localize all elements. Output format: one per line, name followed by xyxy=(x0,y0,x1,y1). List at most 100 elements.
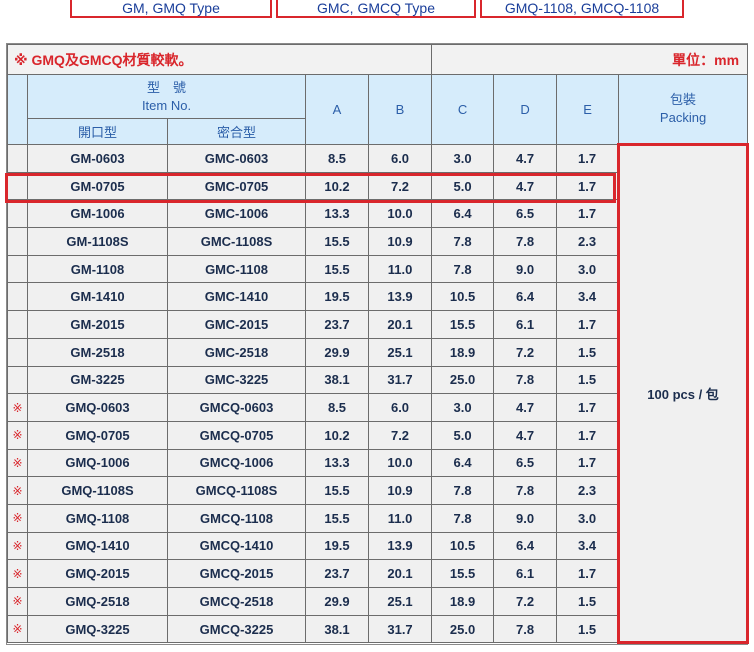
dim-e-cell: 1.7 xyxy=(556,448,620,478)
row-mark: ※ xyxy=(7,393,28,422)
closed-type-cell: GMCQ-1108S xyxy=(167,476,306,505)
open-type-header: 開口型 xyxy=(27,118,168,145)
dim-e-cell: 1.7 xyxy=(556,559,620,588)
dim-a-cell: 13.3 xyxy=(305,448,369,478)
closed-type-cell: GMCQ-1410 xyxy=(167,531,306,561)
packing-header: 包裝 Packing xyxy=(618,74,749,145)
spec-table: ※ GMQ及GMCQ材質較軟。 單位：mm 型 號 Item No. A B C… xyxy=(6,44,750,645)
open-type-cell: GMQ-2015 xyxy=(27,559,168,588)
open-type-cell: GMQ-1108 xyxy=(27,503,168,533)
dim-e-cell: 1.5 xyxy=(556,587,620,616)
spec-table-container: ※ GMQ及GMCQ材質較軟。 單位：mm 型 號 Item No. A B C… xyxy=(6,43,750,646)
row-mark xyxy=(7,282,28,312)
row-mark: ※ xyxy=(7,559,28,588)
open-type-cell: GM-2518 xyxy=(27,337,168,367)
dim-b-cell: 31.7 xyxy=(367,614,433,644)
col-header-b: B xyxy=(367,74,433,145)
tab-gmq-1108-gmcq-1108[interactable]: GMQ-1108, GMCQ-1108 xyxy=(480,0,684,18)
row-mark: ※ xyxy=(7,448,28,478)
tab-gmc-gmcq-type[interactable]: GMC, GMCQ Type xyxy=(276,0,476,18)
dim-d-cell: 7.2 xyxy=(493,337,558,367)
dim-d-cell: 6.5 xyxy=(493,199,558,229)
row-mark xyxy=(7,144,28,173)
closed-type-cell: GMC-0705 xyxy=(167,171,306,201)
dim-a-cell: 23.7 xyxy=(305,559,369,588)
dim-b-cell: 25.1 xyxy=(367,587,433,616)
dim-b-cell: 25.1 xyxy=(367,337,433,367)
dim-b-cell: 11.0 xyxy=(367,503,433,533)
packing-header-en: Packing xyxy=(659,110,707,125)
dim-c-cell: 7.8 xyxy=(431,476,495,505)
header-row-top: 型 號 Item No. A B C D E 包裝 Packing xyxy=(7,74,749,145)
dim-e-cell: 3.0 xyxy=(556,254,620,284)
open-type-cell: GM-1108S xyxy=(27,227,168,256)
dim-e-cell: 2.3 xyxy=(556,227,620,256)
closed-type-cell: GMCQ-3225 xyxy=(167,614,306,644)
packing-header-cn: 包裝 xyxy=(670,92,697,107)
row-mark: ※ xyxy=(7,420,28,450)
dim-a-cell: 8.5 xyxy=(305,144,369,173)
closed-type-cell: GMC-1006 xyxy=(167,199,306,229)
dim-d-cell: 6.4 xyxy=(493,282,558,312)
open-type-cell: GM-0705 xyxy=(27,171,168,201)
closed-type-cell: GMC-1410 xyxy=(167,282,306,312)
closed-type-cell: GMCQ-0705 xyxy=(167,420,306,450)
closed-type-cell: GMCQ-1108 xyxy=(167,503,306,533)
table-row: GM-0603 GMC-0603 8.5 6.0 3.0 4.7 1.7 100 pcs / … xyxy=(7,142,750,645)
open-type-cell: GMQ-3225 xyxy=(27,614,168,644)
dim-c-cell: 6.4 xyxy=(431,199,495,229)
open-type-cell: GM-3225 xyxy=(27,365,168,395)
dim-b-cell: 6.0 xyxy=(367,393,433,422)
dim-e-cell: 1.7 xyxy=(556,199,620,229)
dim-b-cell: 20.1 xyxy=(367,559,433,588)
dim-c-cell: 5.0 xyxy=(431,171,495,201)
open-type-cell: GMQ-1410 xyxy=(27,531,168,561)
dim-a-cell: 19.5 xyxy=(305,282,369,312)
dim-b-cell: 10.0 xyxy=(367,448,433,478)
dim-e-cell: 1.7 xyxy=(556,144,620,173)
dim-d-cell: 7.8 xyxy=(493,614,558,644)
packing-cell: 100 pcs / 包 xyxy=(617,142,750,645)
dim-a-cell: 19.5 xyxy=(305,531,369,561)
dim-c-cell: 6.4 xyxy=(431,448,495,478)
closed-type-cell: GMC-2518 xyxy=(167,337,306,367)
closed-type-cell: GMCQ-1006 xyxy=(167,448,306,478)
closed-type-cell: GMCQ-2015 xyxy=(167,559,306,588)
dim-b-cell: 11.0 xyxy=(367,254,433,284)
dim-d-cell: 6.4 xyxy=(493,531,558,561)
dim-c-cell: 7.8 xyxy=(431,503,495,533)
open-type-cell: GM-2015 xyxy=(27,310,168,339)
row-mark xyxy=(7,337,28,367)
closed-type-cell: GMC-0603 xyxy=(167,144,306,173)
dim-d-cell: 4.7 xyxy=(493,144,558,173)
dim-b-cell: 10.9 xyxy=(367,227,433,256)
dim-c-cell: 7.8 xyxy=(431,254,495,284)
dim-e-cell: 1.5 xyxy=(556,365,620,395)
dim-a-cell: 13.3 xyxy=(305,199,369,229)
open-type-cell: GM-1006 xyxy=(27,199,168,229)
closed-type-cell: GMC-1108S xyxy=(167,227,306,256)
dim-a-cell: 15.5 xyxy=(305,503,369,533)
dim-a-cell: 15.5 xyxy=(305,227,369,256)
dim-a-cell: 10.2 xyxy=(305,171,369,201)
tab-gm-gmq-type[interactable]: GM, GMQ Type xyxy=(70,0,272,18)
dim-c-cell: 25.0 xyxy=(431,365,495,395)
dim-b-cell: 20.1 xyxy=(367,310,433,339)
mark-column-header xyxy=(7,74,28,145)
dim-c-cell: 5.0 xyxy=(431,420,495,450)
dim-a-cell: 15.5 xyxy=(305,254,369,284)
dim-e-cell: 3.4 xyxy=(556,531,620,561)
dim-d-cell: 7.8 xyxy=(493,476,558,505)
dim-a-cell: 29.9 xyxy=(305,587,369,616)
closed-type-header: 密合型 xyxy=(167,118,306,145)
dim-d-cell: 7.8 xyxy=(493,365,558,395)
dim-c-cell: 25.0 xyxy=(431,614,495,644)
dim-d-cell: 4.7 xyxy=(493,171,558,201)
material-note: ※ GMQ及GMCQ材質較軟。 xyxy=(6,44,433,75)
open-type-cell: GMQ-0705 xyxy=(27,420,168,450)
dim-e-cell: 1.5 xyxy=(556,614,620,644)
dim-c-cell: 15.5 xyxy=(431,310,495,339)
dim-b-cell: 7.2 xyxy=(367,420,433,450)
closed-type-cell: GMC-3225 xyxy=(167,365,306,395)
dim-e-cell: 1.7 xyxy=(556,420,620,450)
